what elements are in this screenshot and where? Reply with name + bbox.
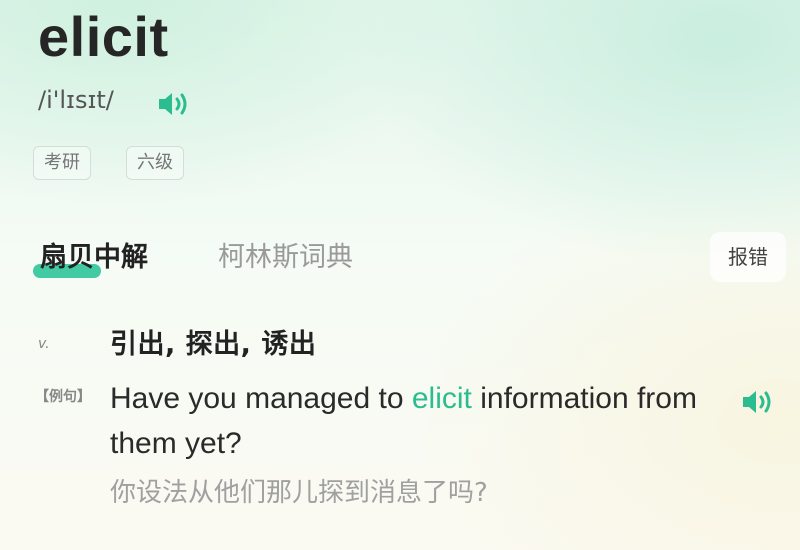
- tab-collins[interactable]: 柯林斯词典: [218, 240, 353, 276]
- example-translation: 你设法从他们那儿探到消息了吗?: [110, 478, 488, 508]
- phonetic: /i'lɪsɪt/: [38, 86, 114, 114]
- example-text-before: Have you managed to: [110, 382, 412, 415]
- word-title: elicit: [38, 5, 169, 68]
- example-highlight: elicit: [411, 382, 472, 415]
- speaker-icon[interactable]: [740, 388, 774, 416]
- tab-shanbay[interactable]: 扇贝中解: [40, 240, 148, 276]
- example-label: 【例句】: [35, 389, 91, 405]
- part-of-speech: v.: [38, 336, 50, 352]
- tag-kaoyan: 考研: [33, 146, 91, 180]
- tag-cet6: 六级: [126, 146, 184, 180]
- report-error-button[interactable]: 报错: [710, 232, 786, 282]
- speaker-icon[interactable]: [156, 90, 190, 118]
- example-sentence: Have you managed to elicit information f…: [110, 376, 720, 466]
- definition: 引出, 探出, 诱出: [110, 329, 317, 360]
